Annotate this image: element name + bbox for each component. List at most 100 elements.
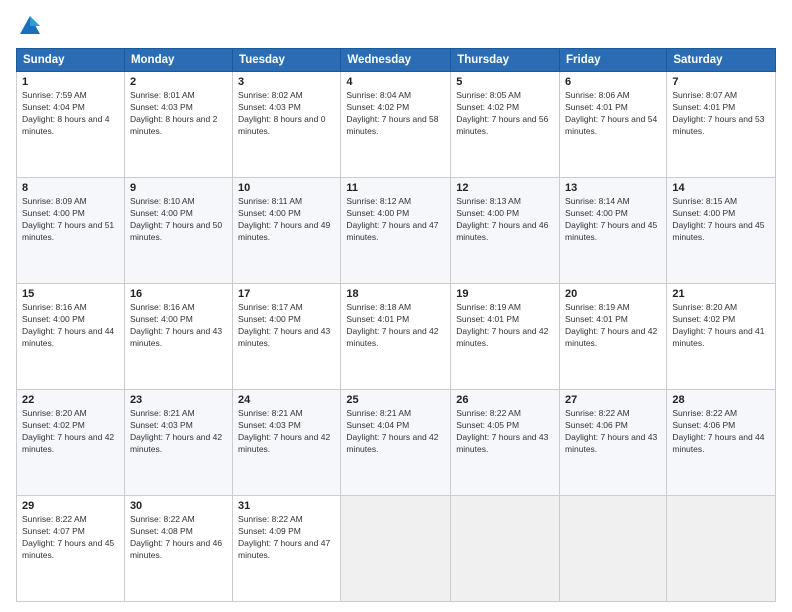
calendar-cell: 19 Sunrise: 8:19 AMSunset: 4:01 PMDayligh… bbox=[451, 284, 560, 390]
day-number: 18 bbox=[346, 288, 445, 300]
day-info: Sunrise: 8:19 AMSunset: 4:01 PMDaylight:… bbox=[565, 302, 661, 350]
col-header-saturday: Saturday bbox=[667, 49, 776, 72]
calendar-cell: 27 Sunrise: 8:22 AMSunset: 4:06 PMDayligh… bbox=[560, 390, 667, 496]
day-number: 5 bbox=[456, 76, 554, 88]
calendar-cell: 6 Sunrise: 8:06 AMSunset: 4:01 PMDaylight… bbox=[560, 72, 667, 178]
day-info: Sunrise: 8:21 AMSunset: 4:03 PMDaylight:… bbox=[238, 408, 335, 456]
logo-icon bbox=[16, 12, 44, 40]
day-number: 25 bbox=[346, 394, 445, 406]
day-info: Sunrise: 8:09 AMSunset: 4:00 PMDaylight:… bbox=[22, 196, 119, 244]
day-number: 8 bbox=[22, 182, 119, 194]
day-number: 15 bbox=[22, 288, 119, 300]
calendar-cell: 18 Sunrise: 8:18 AMSunset: 4:01 PMDayligh… bbox=[341, 284, 451, 390]
day-number: 17 bbox=[238, 288, 335, 300]
day-number: 19 bbox=[456, 288, 554, 300]
day-number: 14 bbox=[672, 182, 770, 194]
day-number: 20 bbox=[565, 288, 661, 300]
calendar-cell: 12 Sunrise: 8:13 AMSunset: 4:00 PMDayligh… bbox=[451, 178, 560, 284]
day-info: Sunrise: 8:21 AMSunset: 4:03 PMDaylight:… bbox=[130, 408, 227, 456]
logo bbox=[16, 12, 48, 40]
day-number: 13 bbox=[565, 182, 661, 194]
day-number: 29 bbox=[22, 500, 119, 512]
calendar-cell: 10 Sunrise: 8:11 AMSunset: 4:00 PMDayligh… bbox=[233, 178, 341, 284]
calendar-cell: 3 Sunrise: 8:02 AMSunset: 4:03 PMDaylight… bbox=[233, 72, 341, 178]
day-info: Sunrise: 8:14 AMSunset: 4:00 PMDaylight:… bbox=[565, 196, 661, 244]
day-info: Sunrise: 8:22 AMSunset: 4:06 PMDaylight:… bbox=[672, 408, 770, 456]
day-info: Sunrise: 8:22 AMSunset: 4:08 PMDaylight:… bbox=[130, 514, 227, 562]
calendar-cell: 20 Sunrise: 8:19 AMSunset: 4:01 PMDayligh… bbox=[560, 284, 667, 390]
col-header-wednesday: Wednesday bbox=[341, 49, 451, 72]
calendar-cell: 2 Sunrise: 8:01 AMSunset: 4:03 PMDaylight… bbox=[124, 72, 232, 178]
calendar-cell bbox=[451, 496, 560, 602]
page: SundayMondayTuesdayWednesdayThursdayFrid… bbox=[0, 0, 792, 612]
day-info: Sunrise: 8:10 AMSunset: 4:00 PMDaylight:… bbox=[130, 196, 227, 244]
calendar-cell: 11 Sunrise: 8:12 AMSunset: 4:00 PMDayligh… bbox=[341, 178, 451, 284]
col-header-monday: Monday bbox=[124, 49, 232, 72]
day-info: Sunrise: 8:22 AMSunset: 4:06 PMDaylight:… bbox=[565, 408, 661, 456]
day-number: 1 bbox=[22, 76, 119, 88]
day-info: Sunrise: 8:04 AMSunset: 4:02 PMDaylight:… bbox=[346, 90, 445, 138]
calendar-cell bbox=[667, 496, 776, 602]
col-header-friday: Friday bbox=[560, 49, 667, 72]
calendar-cell: 22 Sunrise: 8:20 AMSunset: 4:02 PMDayligh… bbox=[17, 390, 125, 496]
day-number: 3 bbox=[238, 76, 335, 88]
calendar-cell: 5 Sunrise: 8:05 AMSunset: 4:02 PMDaylight… bbox=[451, 72, 560, 178]
day-number: 27 bbox=[565, 394, 661, 406]
calendar-cell: 7 Sunrise: 8:07 AMSunset: 4:01 PMDaylight… bbox=[667, 72, 776, 178]
calendar-cell: 26 Sunrise: 8:22 AMSunset: 4:05 PMDayligh… bbox=[451, 390, 560, 496]
day-number: 23 bbox=[130, 394, 227, 406]
calendar-cell: 29Sunrise: 8:22 AMSunset: 4:07 PMDayligh… bbox=[17, 496, 125, 602]
day-number: 10 bbox=[238, 182, 335, 194]
day-number: 26 bbox=[456, 394, 554, 406]
calendar-cell bbox=[560, 496, 667, 602]
calendar-cell: 24Sunrise: 8:21 AMSunset: 4:03 PMDayligh… bbox=[233, 390, 341, 496]
day-number: 9 bbox=[130, 182, 227, 194]
day-info: Sunrise: 8:06 AMSunset: 4:01 PMDaylight:… bbox=[565, 90, 661, 138]
day-info: Sunrise: 8:07 AMSunset: 4:01 PMDaylight:… bbox=[672, 90, 770, 138]
day-info: Sunrise: 8:17 AMSunset: 4:00 PMDaylight:… bbox=[238, 302, 335, 350]
day-info: Sunrise: 8:20 AMSunset: 4:02 PMDaylight:… bbox=[22, 408, 119, 456]
day-number: 21 bbox=[672, 288, 770, 300]
day-info: Sunrise: 8:12 AMSunset: 4:00 PMDaylight:… bbox=[346, 196, 445, 244]
day-info: Sunrise: 8:16 AMSunset: 4:00 PMDaylight:… bbox=[130, 302, 227, 350]
calendar-cell: 14 Sunrise: 8:15 AMSunset: 4:00 PMDayligh… bbox=[667, 178, 776, 284]
calendar-cell: 30 Sunrise: 8:22 AMSunset: 4:08 PMDayligh… bbox=[124, 496, 232, 602]
calendar-cell: 9 Sunrise: 8:10 AMSunset: 4:00 PMDaylight… bbox=[124, 178, 232, 284]
col-header-sunday: Sunday bbox=[17, 49, 125, 72]
day-number: 31 bbox=[238, 500, 335, 512]
calendar-cell bbox=[341, 496, 451, 602]
day-info: Sunrise: 8:11 AMSunset: 4:00 PMDaylight:… bbox=[238, 196, 335, 244]
calendar-cell: 17 Sunrise: 8:17 AMSunset: 4:00 PMDayligh… bbox=[233, 284, 341, 390]
day-info: Sunrise: 8:16 AMSunset: 4:00 PMDaylight:… bbox=[22, 302, 119, 350]
day-number: 7 bbox=[672, 76, 770, 88]
calendar-cell: 28Sunrise: 8:22 AMSunset: 4:06 PMDayligh… bbox=[667, 390, 776, 496]
day-info: Sunrise: 8:22 AMSunset: 4:05 PMDaylight:… bbox=[456, 408, 554, 456]
day-info: Sunrise: 8:15 AMSunset: 4:00 PMDaylight:… bbox=[672, 196, 770, 244]
calendar-cell: 8 Sunrise: 8:09 AMSunset: 4:00 PMDaylight… bbox=[17, 178, 125, 284]
calendar-table: SundayMondayTuesdayWednesdayThursdayFrid… bbox=[16, 48, 776, 602]
day-number: 2 bbox=[130, 76, 227, 88]
header bbox=[16, 12, 776, 40]
day-info: Sunrise: 8:19 AMSunset: 4:01 PMDaylight:… bbox=[456, 302, 554, 350]
day-info: Sunrise: 8:01 AMSunset: 4:03 PMDaylight:… bbox=[130, 90, 227, 138]
calendar-cell: 21Sunrise: 8:20 AMSunset: 4:02 PMDayligh… bbox=[667, 284, 776, 390]
col-header-tuesday: Tuesday bbox=[233, 49, 341, 72]
calendar-cell: 4Sunrise: 8:04 AMSunset: 4:02 PMDaylight… bbox=[341, 72, 451, 178]
calendar-cell: 13 Sunrise: 8:14 AMSunset: 4:00 PMDayligh… bbox=[560, 178, 667, 284]
day-number: 6 bbox=[565, 76, 661, 88]
day-number: 11 bbox=[346, 182, 445, 194]
calendar-cell: 31 Sunrise: 8:22 AMSunset: 4:09 PMDayligh… bbox=[233, 496, 341, 602]
day-number: 16 bbox=[130, 288, 227, 300]
day-info: Sunrise: 8:02 AMSunset: 4:03 PMDaylight:… bbox=[238, 90, 335, 138]
day-info: Sunrise: 7:59 AMSunset: 4:04 PMDaylight:… bbox=[22, 90, 119, 138]
day-number: 22 bbox=[22, 394, 119, 406]
day-number: 12 bbox=[456, 182, 554, 194]
day-info: Sunrise: 8:13 AMSunset: 4:00 PMDaylight:… bbox=[456, 196, 554, 244]
day-info: Sunrise: 8:05 AMSunset: 4:02 PMDaylight:… bbox=[456, 90, 554, 138]
day-info: Sunrise: 8:18 AMSunset: 4:01 PMDaylight:… bbox=[346, 302, 445, 350]
day-number: 30 bbox=[130, 500, 227, 512]
day-info: Sunrise: 8:22 AMSunset: 4:09 PMDaylight:… bbox=[238, 514, 335, 562]
col-header-thursday: Thursday bbox=[451, 49, 560, 72]
calendar-cell: 23 Sunrise: 8:21 AMSunset: 4:03 PMDayligh… bbox=[124, 390, 232, 496]
day-info: Sunrise: 8:21 AMSunset: 4:04 PMDaylight:… bbox=[346, 408, 445, 456]
